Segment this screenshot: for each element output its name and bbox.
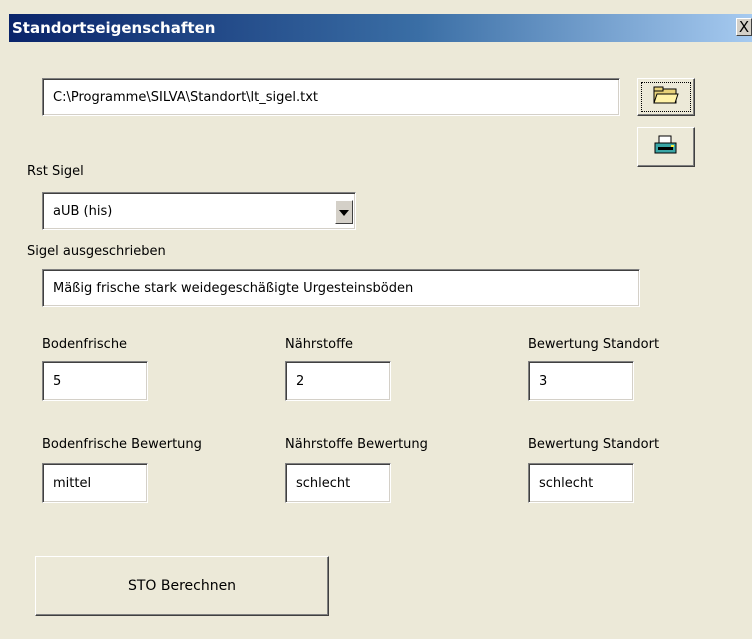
close-icon: X (738, 18, 750, 36)
bewertung-standort-label: Bewertung Standort (528, 337, 660, 352)
open-folder-icon (653, 85, 679, 109)
naehrstoffe-field[interactable]: 2 (285, 361, 391, 401)
bodenfrische-value: 5 (53, 373, 62, 389)
bewertung-standort-2-value: schlecht (539, 475, 594, 491)
bodenfrische-bewertung-field[interactable]: mittel (42, 463, 148, 503)
naehrstoffe-bewertung-field[interactable]: schlecht (285, 463, 391, 503)
bodenfrische-bewertung-label: Bodenfrische Bewertung (42, 437, 202, 452)
print-icon (653, 134, 679, 160)
sigel-ausgeschrieben-value: Mäßig frische stark weidegeschäßigte Urg… (53, 280, 414, 296)
close-button[interactable]: X (736, 18, 752, 36)
dropdown-arrow-button[interactable] (335, 200, 353, 224)
naehrstoffe-bewertung-value: schlecht (296, 475, 351, 491)
bewertung-standort-value: 3 (539, 373, 548, 389)
bewertung-standort-field[interactable]: 3 (528, 361, 634, 401)
rst-sigel-value: aUB (his) (53, 203, 113, 219)
chevron-down-icon (339, 205, 349, 220)
rst-sigel-dropdown[interactable]: aUB (his) (42, 192, 356, 230)
title-bar: Standortseigenschaften X (9, 14, 752, 42)
sto-berechnen-button[interactable]: STO Berechnen (35, 556, 329, 616)
print-button[interactable] (637, 127, 695, 167)
rst-sigel-label: Rst Sigel (27, 164, 84, 179)
window-title: Standortseigenschaften (12, 19, 216, 37)
bodenfrische-bewertung-value: mittel (53, 475, 92, 491)
open-file-button[interactable] (637, 78, 695, 116)
file-path-text: C:\Programme\SILVA\Standort\lt_sigel.txt (53, 89, 319, 105)
bewertung-standort-2-label: Bewertung Standort (528, 437, 660, 452)
sigel-ausgeschrieben-field[interactable]: Mäßig frische stark weidegeschäßigte Urg… (42, 269, 640, 307)
sto-berechnen-label: STO Berechnen (127, 578, 237, 594)
bodenfrische-field[interactable]: 5 (42, 361, 148, 401)
sigel-ausgeschrieben-label: Sigel ausgeschrieben (27, 244, 166, 259)
file-path-field[interactable]: C:\Programme\SILVA\Standort\lt_sigel.txt (42, 78, 620, 116)
bewertung-standort-2-field[interactable]: schlecht (528, 463, 634, 503)
naehrstoffe-bewertung-label: Nährstoffe Bewertung (285, 437, 428, 452)
bodenfrische-label: Bodenfrische (42, 337, 128, 352)
naehrstoffe-label: Nährstoffe (285, 337, 354, 352)
naehrstoffe-value: 2 (296, 373, 305, 389)
